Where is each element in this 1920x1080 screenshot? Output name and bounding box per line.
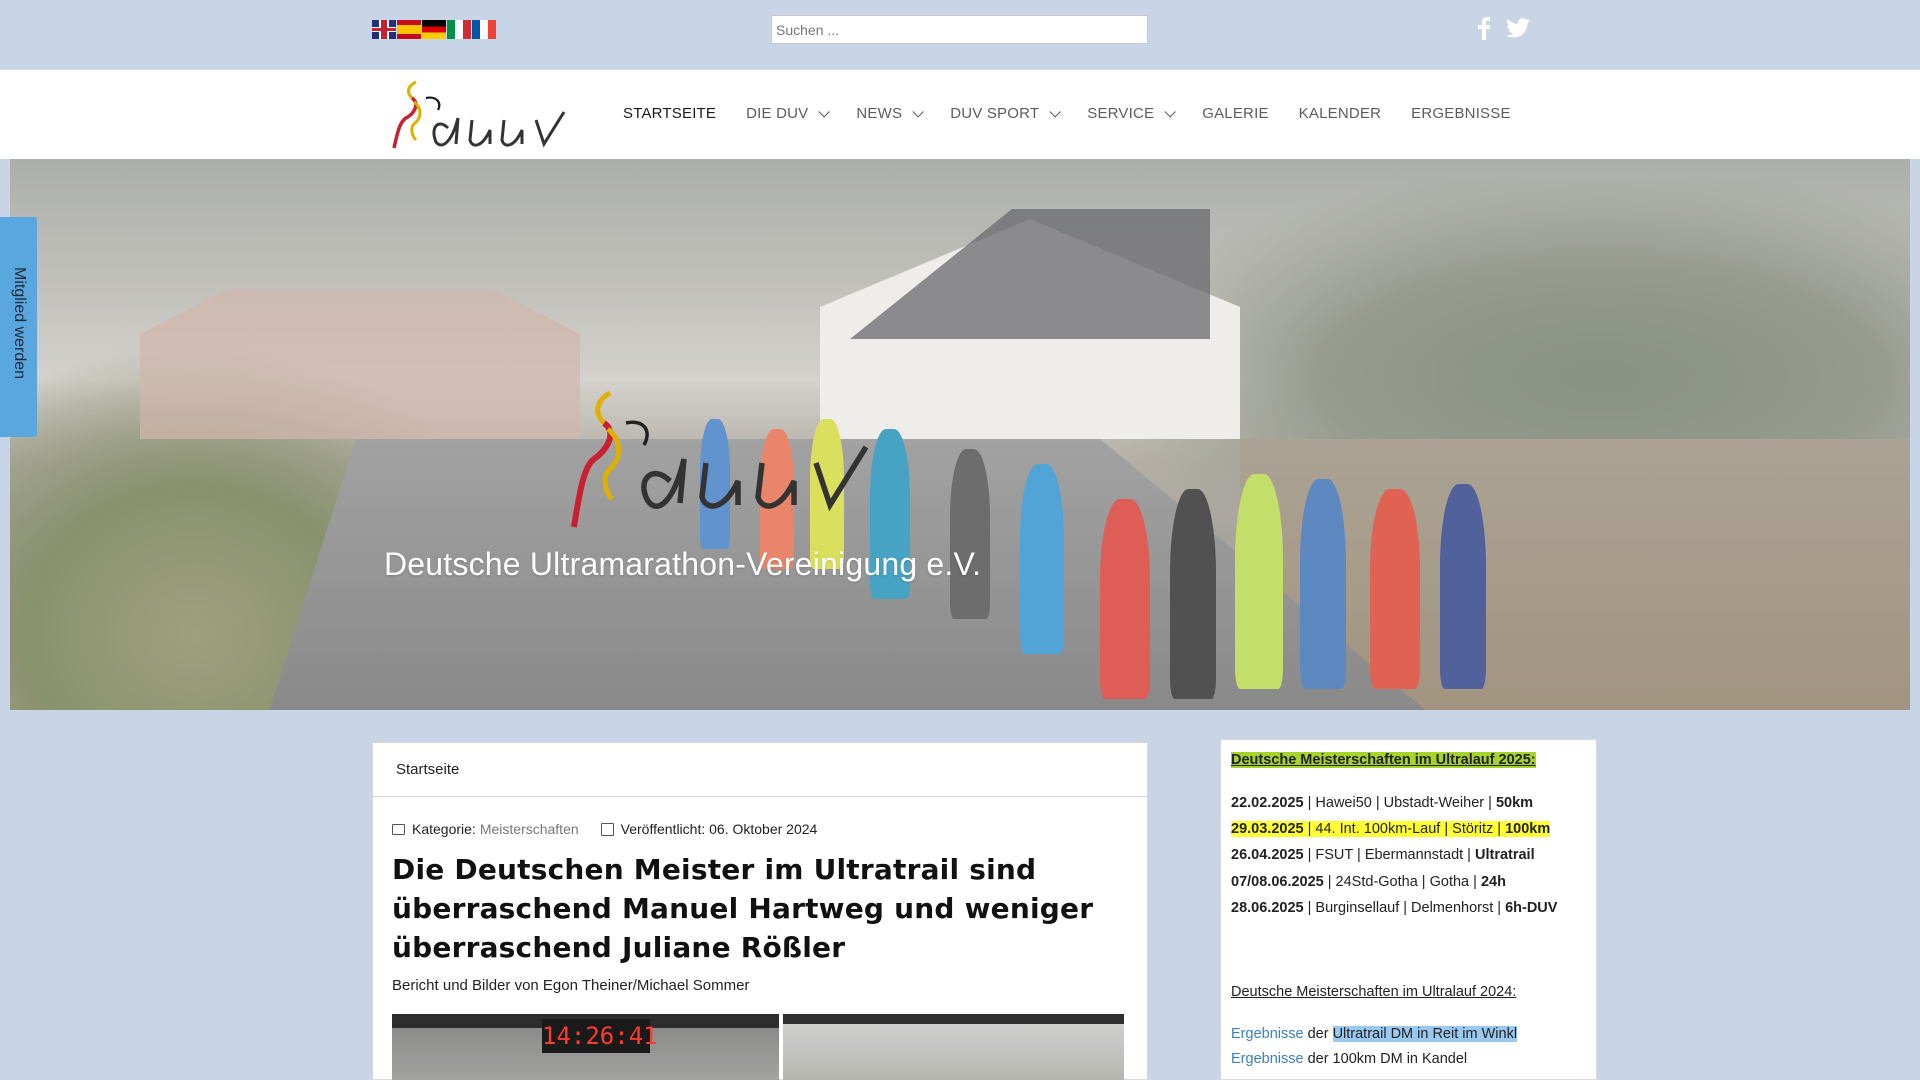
language-switcher bbox=[372, 20, 496, 39]
category-label: Kategorie: bbox=[412, 821, 476, 837]
event-row: 26.04.2025 | FSUT | Ebermannstadt | Ultr… bbox=[1231, 847, 1535, 863]
duv-logo[interactable] bbox=[386, 78, 570, 154]
flag-italian-icon[interactable] bbox=[447, 20, 471, 39]
published-date: Veröffentlicht: 06. Oktober 2024 bbox=[620, 821, 818, 837]
membership-tab-label: Mitglied werden bbox=[11, 267, 28, 380]
nav-item-ergebnisse[interactable]: ERGEBNISSE bbox=[1411, 105, 1511, 122]
calendar-icon bbox=[600, 822, 614, 836]
results-link[interactable]: Ergebnisse bbox=[1231, 1026, 1304, 1042]
event-row: 07/08.06.2025 | 24Std-Gotha | Gotha | 24… bbox=[1231, 874, 1506, 890]
sidebar-championships: Deutsche Meisterschaften im Ultralauf 20… bbox=[1220, 739, 1597, 1080]
nav-item-startseite[interactable]: STARTSEITE bbox=[623, 105, 716, 122]
flag-spanish-icon[interactable] bbox=[397, 20, 421, 39]
flag-english-icon[interactable] bbox=[372, 20, 396, 39]
search-input[interactable] bbox=[771, 15, 1148, 44]
breadcrumb-home[interactable]: Startseite bbox=[396, 761, 459, 778]
nav-item-news[interactable]: NEWS bbox=[856, 105, 924, 122]
hero-duv-logo bbox=[571, 390, 869, 528]
event-row: 29.03.2025 | 44. Int. 100km-Lauf | Störi… bbox=[1231, 821, 1551, 837]
nav-item-service[interactable]: SERVICE bbox=[1087, 105, 1177, 122]
chevron-down-icon bbox=[1164, 105, 1177, 118]
article-meta: Kategorie: Meisterschaften Veröffentlich… bbox=[392, 821, 817, 837]
heading-2025: Deutsche Meisterschaften im Ultralauf 20… bbox=[1231, 752, 1536, 768]
nav-item-kalender[interactable]: KALENDER bbox=[1299, 105, 1381, 122]
result-row: Ergebnisse der Ultratrail DM in Reit im … bbox=[1231, 1026, 1518, 1042]
facebook-icon[interactable] bbox=[1478, 16, 1490, 40]
article-card: Startseite Kategorie: Meisterschaften Ve… bbox=[372, 742, 1148, 1080]
folder-icon bbox=[392, 823, 405, 835]
hero-banner: Deutsche Ultramarathon-Vereinigung e.V. bbox=[10, 159, 1910, 710]
chevron-down-icon bbox=[1049, 105, 1062, 118]
nav-item-die-duv[interactable]: DIE DUV bbox=[746, 105, 831, 122]
result-row: Ergebnisse der 100km DM in Kandel bbox=[1231, 1051, 1468, 1067]
article-photo-second[interactable] bbox=[783, 1014, 1124, 1080]
event-row: 28.06.2025 | Burginsellauf | Delmenhorst… bbox=[1231, 900, 1558, 916]
article-photo-finish[interactable]: 14:26:41 bbox=[392, 1014, 779, 1080]
nav-item-duv-sport[interactable]: DUV SPORT bbox=[950, 105, 1062, 122]
category-link[interactable]: Meisterschaften bbox=[480, 821, 579, 837]
flag-german-icon[interactable] bbox=[422, 20, 446, 39]
top-bar bbox=[0, 0, 1920, 69]
hero-title: Deutsche Ultramarathon-Vereinigung e.V. bbox=[384, 546, 982, 582]
social-links bbox=[1478, 16, 1530, 40]
event-row: 22.02.2025 | Hawei50 | Ubstadt-Weiher | … bbox=[1231, 795, 1534, 811]
article-headline[interactable]: Die Deutschen Meister im Ultratrail sind… bbox=[392, 850, 1112, 967]
membership-tab[interactable]: Mitglied werden bbox=[0, 217, 37, 437]
breadcrumb: Startseite bbox=[373, 743, 1147, 797]
results-link[interactable]: Ergebnisse bbox=[1231, 1051, 1304, 1067]
main-menu: STARTSEITE DIE DUV NEWS DUV SPORT SERVIC… bbox=[623, 105, 1541, 122]
article-byline: Bericht und Bilder von Egon Theiner/Mich… bbox=[392, 977, 750, 994]
flag-french-icon[interactable] bbox=[472, 20, 496, 39]
chevron-down-icon bbox=[912, 105, 924, 118]
nav-item-galerie[interactable]: GALERIE bbox=[1202, 105, 1268, 122]
chevron-down-icon bbox=[818, 105, 831, 118]
heading-2024: Deutsche Meisterschaften im Ultralauf 20… bbox=[1231, 984, 1517, 1000]
race-clock: 14:26:41 bbox=[542, 1019, 658, 1053]
main-navbar: STARTSEITE DIE DUV NEWS DUV SPORT SERVIC… bbox=[0, 69, 1920, 159]
twitter-icon[interactable] bbox=[1506, 18, 1530, 38]
